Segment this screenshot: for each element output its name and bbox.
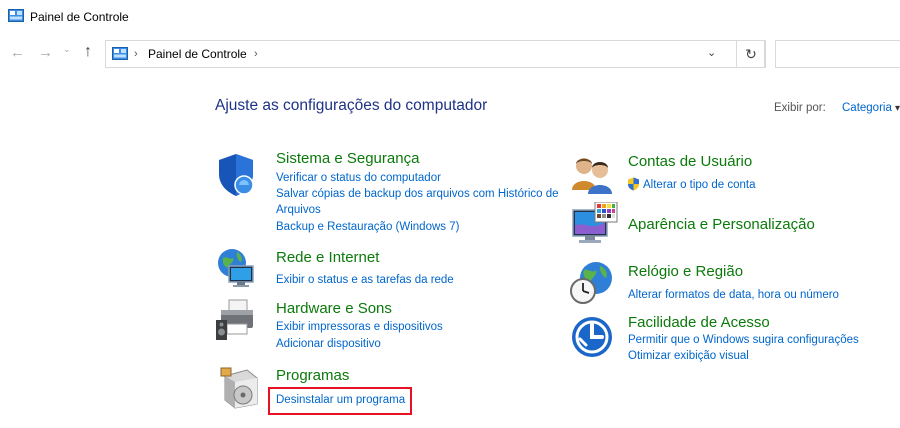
link-check-computer-status[interactable]: Verificar o status do computador xyxy=(276,170,441,186)
shield-icon xyxy=(219,154,254,196)
category-title-network-internet[interactable]: Rede e Internet xyxy=(276,249,379,266)
window-title: Painel de Controle xyxy=(30,10,129,24)
highlight-box xyxy=(268,387,412,415)
link-backup-restore[interactable]: Backup e Restauração (Windows 7) xyxy=(276,219,459,235)
category-title-system-security[interactable]: Sistema e Segurança xyxy=(276,150,419,167)
category-title-hardware-sound[interactable]: Hardware e Sons xyxy=(276,300,392,317)
clock-globe-icon xyxy=(570,262,612,304)
appearance-monitor-icon xyxy=(572,202,618,243)
link-file-history-backup[interactable]: Salvar cópias de backup dos arquivos com… xyxy=(276,186,561,218)
link-optimize-visual-display[interactable]: Otimizar exibição visual xyxy=(628,348,749,364)
back-button[interactable]: ← xyxy=(10,44,25,61)
control-panel-icon xyxy=(8,9,24,22)
link-change-date-time-number-formats[interactable]: Alterar formatos de data, hora ou número xyxy=(628,287,839,303)
breadcrumb-chevron-icon[interactable]: › xyxy=(254,48,258,60)
page-title: Ajuste as configurações do computador xyxy=(215,97,488,114)
refresh-button[interactable]: ↻ xyxy=(736,40,766,68)
category-title-appearance-personalization[interactable]: Aparência e Personalização xyxy=(628,216,815,233)
uac-shield-icon xyxy=(628,177,639,191)
link-windows-suggest-settings[interactable]: Permitir que o Windows sugira configuraç… xyxy=(628,332,859,348)
control-panel-icon xyxy=(112,47,128,60)
accessibility-icon xyxy=(572,317,612,357)
link-devices-printers[interactable]: Exibir impressoras e dispositivos xyxy=(276,319,443,335)
link-change-account-type[interactable]: Alterar o tipo de conta xyxy=(643,177,756,193)
search-input[interactable] xyxy=(775,40,900,68)
up-button[interactable]: ↑ xyxy=(84,43,92,61)
view-by-dropdown[interactable]: Categoria xyxy=(842,102,892,114)
view-by-arrow-icon[interactable]: ▾ xyxy=(895,103,900,114)
printer-speaker-icon xyxy=(216,299,253,340)
category-title-programs[interactable]: Programas xyxy=(276,367,349,384)
category-title-ease-of-access[interactable]: Facilidade de Acesso xyxy=(628,314,770,331)
recent-locations-button[interactable]: ⌄ xyxy=(63,44,71,55)
network-globe-icon xyxy=(218,249,254,287)
category-title-user-accounts[interactable]: Contas de Usuário xyxy=(628,153,752,170)
view-by-label: Exibir por: xyxy=(774,102,826,114)
programs-disc-icon xyxy=(220,367,258,409)
users-icon xyxy=(572,158,612,194)
link-network-status-tasks[interactable]: Exibir o status e as tarefas da rede xyxy=(276,272,454,288)
breadcrumb-control-panel[interactable]: Painel de Controle xyxy=(148,47,247,61)
category-title-clock-region[interactable]: Relógio e Região xyxy=(628,263,743,280)
forward-button[interactable]: → xyxy=(38,44,53,61)
breadcrumb-chevron-icon[interactable]: › xyxy=(134,48,138,60)
link-add-device[interactable]: Adicionar dispositivo xyxy=(276,336,381,352)
address-dropdown-button[interactable]: ⌄ xyxy=(707,46,716,59)
